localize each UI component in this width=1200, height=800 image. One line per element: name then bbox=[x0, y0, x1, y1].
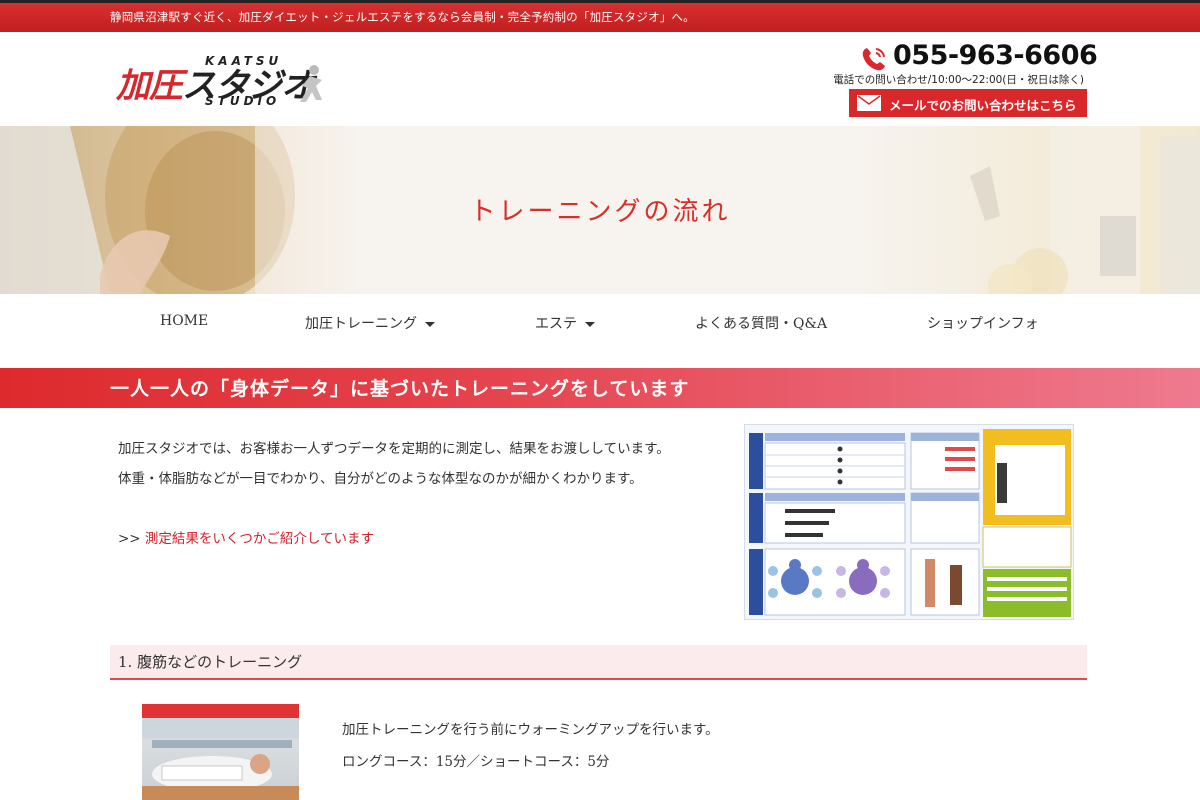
intro-paragraph: 体重・体脂肪などが一目でわかり、自分がどのような体型なのかが細かくわかります。 bbox=[118, 471, 643, 487]
mail-icon bbox=[857, 95, 881, 111]
phone-hours: 電話での問い合わせ/10:00〜22:00(日・祝日は除く) bbox=[833, 74, 1084, 86]
mail-contact-button[interactable]: メールでのお問い合わせはこちら bbox=[849, 89, 1087, 117]
announcement-text: 静岡県沼津駅すぐ近く、加圧ダイエット・ジェルエステをするなら会員制・完全予約制の… bbox=[110, 10, 695, 24]
logo-kanji-red: 加圧 bbox=[116, 66, 183, 106]
nav-item-label: ショップインフォ bbox=[927, 316, 1039, 332]
nav-item-label: 加圧トレーニング bbox=[305, 316, 417, 332]
training-photo bbox=[142, 704, 299, 800]
nav-item-kaatsu-training[interactable]: 加圧トレーニング bbox=[305, 313, 435, 333]
chevron-down-icon bbox=[585, 321, 595, 327]
section-title: 一人一人の「身体データ」に基づいたトレーニングをしています bbox=[110, 378, 690, 400]
section-heading-band: 一人一人の「身体データ」に基づいたトレーニングをしています bbox=[0, 368, 1200, 408]
nav-item-home[interactable]: HOME bbox=[160, 313, 208, 329]
phone-number[interactable]: 055-963-6606 bbox=[893, 40, 1098, 71]
mail-button-label: メールでのお問い合わせはこちら bbox=[889, 98, 1077, 113]
training-photo-illustration bbox=[142, 704, 299, 800]
intro-paragraph: 加圧スタジオでは、お客様お一人ずつデータを定期的に測定し、結果をお渡ししています… bbox=[118, 441, 670, 457]
results-link[interactable]: 測定結果をいくつかご紹介しています bbox=[145, 531, 374, 547]
logo-athlete-icon bbox=[300, 65, 322, 102]
nav-item-label: HOME bbox=[160, 313, 209, 329]
nav-item-label: よくある質問・Q&A bbox=[695, 316, 828, 332]
page-title: トレーニングの流れ bbox=[469, 197, 731, 227]
training-paragraph: 加圧トレーニングを行う前にウォーミングアップを行います。 bbox=[342, 722, 719, 738]
link-prefix: >> bbox=[118, 531, 145, 547]
main-navigation: HOME 加圧トレーニング エステ よくある質問・Q&A ショップインフォ bbox=[0, 296, 1200, 348]
nav-item-label: エステ bbox=[535, 316, 577, 332]
site-logo[interactable]: KAATSU 加圧スタジオ STUDIO bbox=[110, 52, 330, 112]
training-paragraph: ロングコース：15分／ショートコース：5分 bbox=[342, 754, 610, 770]
top-announcement-bar: 静岡県沼津駅すぐ近く、加圧ダイエット・ジェルエステをするなら会員制・完全予約制の… bbox=[0, 0, 1200, 32]
subsection-title: 1. 腹筋などのトレーニング bbox=[118, 653, 303, 671]
phone-icon bbox=[862, 48, 885, 71]
chevron-down-icon bbox=[425, 321, 435, 327]
logo-latin-bottom: STUDIO bbox=[205, 94, 281, 108]
results-link-line[interactable]: >> 測定結果をいくつかご紹介しています bbox=[118, 527, 374, 547]
subsection-heading: 1. 腹筋などのトレーニング bbox=[110, 645, 1087, 680]
nav-item-shop-info[interactable]: ショップインフォ bbox=[927, 313, 1039, 333]
body-data-sheet-image bbox=[744, 424, 1074, 620]
nav-item-faq[interactable]: よくある質問・Q&A bbox=[695, 313, 827, 333]
nav-item-esthetic[interactable]: エステ bbox=[535, 313, 595, 333]
hero-banner: トレーニングの流れ bbox=[0, 126, 1200, 294]
data-sheet-illustration bbox=[749, 429, 1072, 617]
